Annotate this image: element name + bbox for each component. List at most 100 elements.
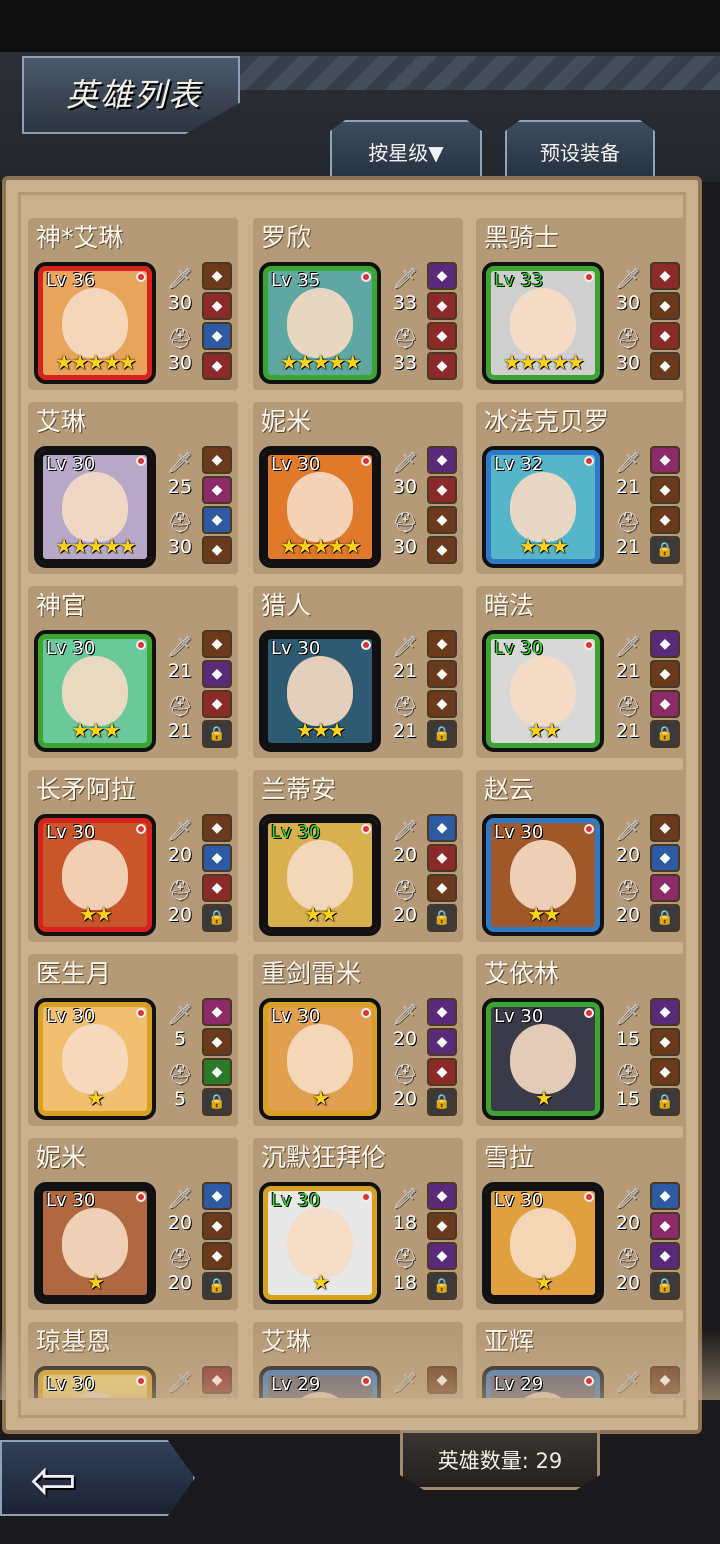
equipment-slot[interactable]: ◆: [650, 292, 680, 320]
hero-portrait[interactable]: Lv 30 ★★: [34, 814, 156, 936]
equipment-slot[interactable]: ◆: [202, 660, 232, 688]
equipment-slot[interactable]: ◆: [202, 262, 232, 290]
equipment-slot[interactable]: ◆: [650, 1212, 680, 1240]
back-arrow-icon[interactable]: ⇦: [30, 1448, 77, 1513]
equipment-slot[interactable]: ◆: [650, 660, 680, 688]
lock-icon[interactable]: 🔒: [202, 904, 232, 932]
equipment-slot[interactable]: ◆: [427, 660, 457, 688]
equipment-slot[interactable]: ◆: [202, 874, 232, 902]
hero-card[interactable]: 冰法克贝罗 Lv 32 ★★★ 🗡 21 ⛑ 21 ◆ ◆ ◆ 🔒: [476, 402, 686, 574]
preset-equipment-button[interactable]: 预设装备: [505, 120, 655, 182]
equipment-slot[interactable]: ◆: [650, 998, 680, 1026]
lock-icon[interactable]: 🔒: [202, 720, 232, 748]
equipment-slot[interactable]: ◆: [427, 352, 457, 380]
hero-portrait[interactable]: Lv 30 ★★★★★: [34, 446, 156, 568]
equipment-slot[interactable]: ◆: [427, 814, 457, 842]
equipment-slot[interactable]: ◆: [427, 690, 457, 718]
hero-card[interactable]: 雪拉 Lv 30 ★ 🗡 20 ⛑ 20 ◆ ◆ ◆ 🔒: [476, 1138, 686, 1310]
equipment-slot[interactable]: ◆: [202, 292, 232, 320]
hero-portrait[interactable]: Lv 36 ★★★★★: [34, 262, 156, 384]
equipment-slot[interactable]: ◆: [650, 1028, 680, 1056]
equipment-slot[interactable]: ◆: [650, 476, 680, 504]
equipment-slot[interactable]: ◆: [427, 322, 457, 350]
equipment-slot[interactable]: ◆: [650, 262, 680, 290]
lock-icon[interactable]: 🔒: [202, 1088, 232, 1116]
hero-card[interactable]: 神*艾琳 Lv 36 ★★★★★ 🗡 30 ⛑ 30 ◆ ◆ ◆ ◆: [28, 218, 238, 390]
hero-portrait[interactable]: Lv 29★: [482, 1366, 604, 1398]
equipment-slot[interactable]: ◆: [650, 446, 680, 474]
hero-card[interactable]: 黑骑士 Lv 33 ★★★★★ 🗡 30 ⛑ 30 ◆ ◆ ◆ ◆: [476, 218, 686, 390]
lock-icon[interactable]: 🔒: [427, 1272, 457, 1300]
hero-portrait[interactable]: Lv 30 ★: [34, 998, 156, 1120]
equipment-slot[interactable]: ◆: [427, 1366, 457, 1394]
hero-card[interactable]: 神官 Lv 30 ★★★ 🗡 21 ⛑ 21 ◆ ◆ ◆ 🔒: [28, 586, 238, 758]
hero-card[interactable]: 琼基恩Lv 30★🗡⛑◆: [28, 1322, 238, 1398]
hero-card[interactable]: 重剑雷米 Lv 30 ★ 🗡 20 ⛑ 20 ◆ ◆ ◆ 🔒: [253, 954, 463, 1126]
equipment-slot[interactable]: ◆: [650, 690, 680, 718]
equipment-slot[interactable]: ◆: [202, 536, 232, 564]
equipment-slot[interactable]: ◆: [427, 292, 457, 320]
equipment-slot[interactable]: ◆: [650, 322, 680, 350]
hero-card[interactable]: 妮米 Lv 30 ★ 🗡 20 ⛑ 20 ◆ ◆ ◆ 🔒: [28, 1138, 238, 1310]
equipment-slot[interactable]: ◆: [427, 1212, 457, 1240]
hero-card[interactable]: 妮米 Lv 30 ★★★★★ 🗡 30 ⛑ 30 ◆ ◆ ◆ ◆: [253, 402, 463, 574]
equipment-slot[interactable]: ◆: [650, 506, 680, 534]
hero-grid[interactable]: 神*艾琳 Lv 36 ★★★★★ 🗡 30 ⛑ 30 ◆ ◆ ◆ ◆ 罗欣 Lv 35 ★★★★★ 🗡 33 ⛑…: [28, 218, 688, 1398]
hero-portrait[interactable]: Lv 33 ★★★★★: [482, 262, 604, 384]
equipment-slot[interactable]: ◆: [202, 476, 232, 504]
equipment-slot[interactable]: ◆: [202, 1242, 232, 1270]
equipment-slot[interactable]: ◆: [650, 814, 680, 842]
hero-card[interactable]: 艾琳Lv 29★🗡⛑◆: [253, 1322, 463, 1398]
hero-card[interactable]: 罗欣 Lv 35 ★★★★★ 🗡 33 ⛑ 33 ◆ ◆ ◆ ◆: [253, 218, 463, 390]
equipment-slot[interactable]: ◆: [650, 1058, 680, 1086]
lock-icon[interactable]: 🔒: [650, 536, 680, 564]
hero-card[interactable]: 长矛阿拉 Lv 30 ★★ 🗡 20 ⛑ 20 ◆ ◆ ◆ 🔒: [28, 770, 238, 942]
hero-portrait[interactable]: Lv 30 ★★: [482, 630, 604, 752]
equipment-slot[interactable]: ◆: [202, 352, 232, 380]
equipment-slot[interactable]: ◆: [202, 814, 232, 842]
equipment-slot[interactable]: ◆: [650, 844, 680, 872]
equipment-slot[interactable]: ◆: [202, 506, 232, 534]
equipment-slot[interactable]: ◆: [427, 1028, 457, 1056]
equipment-slot[interactable]: ◆: [650, 1242, 680, 1270]
equipment-slot[interactable]: ◆: [427, 1058, 457, 1086]
equipment-slot[interactable]: ◆: [202, 1212, 232, 1240]
lock-icon[interactable]: 🔒: [650, 1272, 680, 1300]
equipment-slot[interactable]: ◆: [650, 1366, 680, 1394]
equipment-slot[interactable]: ◆: [202, 998, 232, 1026]
equipment-slot[interactable]: ◆: [650, 630, 680, 658]
hero-portrait[interactable]: Lv 35 ★★★★★: [259, 262, 381, 384]
equipment-slot[interactable]: ◆: [202, 630, 232, 658]
equipment-slot[interactable]: ◆: [427, 506, 457, 534]
hero-portrait[interactable]: Lv 30 ★★★: [259, 630, 381, 752]
sort-by-star-button[interactable]: 按星级▼: [330, 120, 482, 182]
equipment-slot[interactable]: ◆: [427, 536, 457, 564]
hero-card[interactable]: 猎人 Lv 30 ★★★ 🗡 21 ⛑ 21 ◆ ◆ ◆ 🔒: [253, 586, 463, 758]
equipment-slot[interactable]: ◆: [427, 844, 457, 872]
hero-portrait[interactable]: Lv 30 ★: [259, 1182, 381, 1304]
hero-card[interactable]: 兰蒂安 Lv 30 ★★ 🗡 20 ⛑ 20 ◆ ◆ ◆ 🔒: [253, 770, 463, 942]
equipment-slot[interactable]: ◆: [202, 1182, 232, 1210]
equipment-slot[interactable]: ◆: [650, 352, 680, 380]
equipment-slot[interactable]: ◆: [427, 1242, 457, 1270]
equipment-slot[interactable]: ◆: [202, 1028, 232, 1056]
hero-portrait[interactable]: Lv 30 ★: [34, 1182, 156, 1304]
hero-portrait[interactable]: Lv 29★: [259, 1366, 381, 1398]
equipment-slot[interactable]: ◆: [427, 476, 457, 504]
equipment-slot[interactable]: ◆: [427, 1182, 457, 1210]
equipment-slot[interactable]: ◆: [202, 322, 232, 350]
hero-card[interactable]: 医生月 Lv 30 ★ 🗡 5 ⛑ 5 ◆ ◆ ◆ 🔒: [28, 954, 238, 1126]
equipment-slot[interactable]: ◆: [427, 998, 457, 1026]
lock-icon[interactable]: 🔒: [650, 904, 680, 932]
lock-icon[interactable]: 🔒: [427, 720, 457, 748]
hero-portrait[interactable]: Lv 30 ★: [482, 998, 604, 1120]
equipment-slot[interactable]: ◆: [650, 874, 680, 902]
equipment-slot[interactable]: ◆: [202, 1366, 232, 1394]
hero-card[interactable]: 暗法 Lv 30 ★★ 🗡 21 ⛑ 21 ◆ ◆ ◆ 🔒: [476, 586, 686, 758]
hero-portrait[interactable]: Lv 30 ★★★★★: [259, 446, 381, 568]
hero-card[interactable]: 艾琳 Lv 30 ★★★★★ 🗡 25 ⛑ 30 ◆ ◆ ◆ ◆: [28, 402, 238, 574]
hero-portrait[interactable]: Lv 30 ★: [482, 1182, 604, 1304]
hero-card[interactable]: 亚辉Lv 29★🗡⛑◆: [476, 1322, 686, 1398]
equipment-slot[interactable]: ◆: [427, 262, 457, 290]
equipment-slot[interactable]: ◆: [202, 446, 232, 474]
